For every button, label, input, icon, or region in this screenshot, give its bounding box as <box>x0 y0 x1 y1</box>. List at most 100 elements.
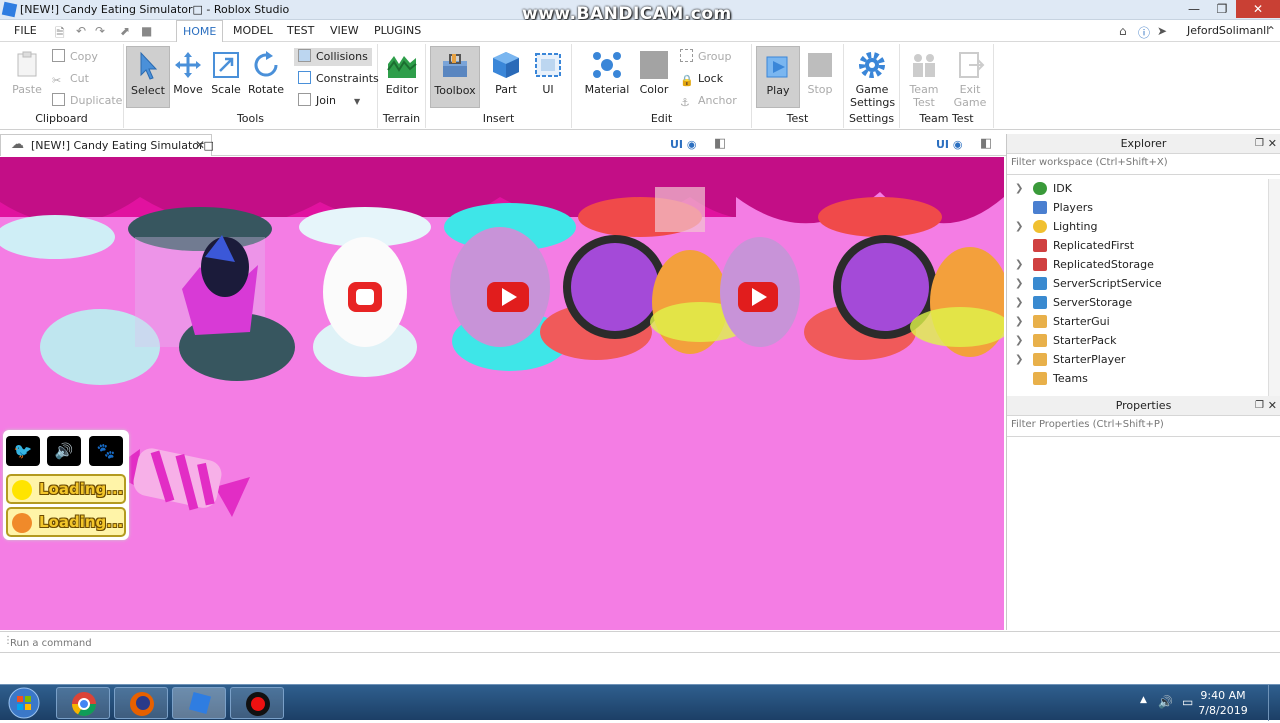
join-dropdown-icon[interactable]: ▼ <box>354 97 360 106</box>
taskbar-roblox-studio[interactable] <box>172 687 226 719</box>
lock-button[interactable]: 🔒 Lock <box>680 70 723 88</box>
ui-visibility-toggle-left[interactable]: UI ◉ <box>670 138 696 151</box>
expand-arrow-icon[interactable]: ❯ <box>1015 312 1023 331</box>
clock-date: 7/8/2019 <box>1198 704 1248 717</box>
stop-button[interactable]: Stop <box>798 46 842 108</box>
volume-icon[interactable]: 🔊 <box>1158 695 1173 709</box>
paste-button[interactable]: Paste <box>6 46 48 108</box>
settings-group: Game Settings Settings <box>844 44 900 128</box>
tree-item-teams[interactable]: Teams <box>1007 369 1267 388</box>
start-button[interactable] <box>3 686 45 720</box>
split-view-icon[interactable]: ◧ <box>980 136 992 151</box>
expand-arrow-icon[interactable]: ❯ <box>1015 255 1023 274</box>
tree-item-starterpack[interactable]: ❯ StarterPack <box>1007 331 1267 350</box>
tree-item-serverscriptservice[interactable]: ❯ ServerScriptService <box>1007 274 1267 293</box>
copy-button[interactable]: Copy <box>52 48 98 66</box>
color-button[interactable]: Color <box>632 46 676 108</box>
tab-plugins[interactable]: PLUGINS <box>374 24 421 37</box>
tree-item-replicatedfirst[interactable]: ReplicatedFirst <box>1007 236 1267 255</box>
cut-button[interactable]: ✂ Cut <box>52 70 89 88</box>
edit-group: Material Color Group 🔒 Lock ⚓ Anchor Edit <box>572 44 752 128</box>
join-checkbox[interactable] <box>298 93 311 106</box>
explorer-tree: ❯ IDK Players ❯ Lighting ReplicatedFirst ❯… <box>1007 179 1280 396</box>
redo-icon[interactable]: ↷ <box>95 24 105 38</box>
terrain-editor-button[interactable]: Editor <box>380 46 424 108</box>
taskbar-chrome[interactable] <box>56 687 110 719</box>
help-icon[interactable]: ⓘ <box>1138 24 1150 41</box>
rotate-button[interactable]: Rotate <box>244 46 288 108</box>
stop-quick-icon[interactable]: ■ <box>141 24 152 38</box>
stop-icon <box>805 50 835 80</box>
chevron-up-icon[interactable]: ⌃ <box>1266 24 1276 38</box>
expand-arrow-icon[interactable]: ❯ <box>1015 331 1023 350</box>
collisions-toggle[interactable]: Collisions <box>294 48 372 66</box>
ui-visibility-toggle-right[interactable]: UI ◉ <box>936 138 962 151</box>
ui-button[interactable]: UI <box>526 46 570 108</box>
file-menu[interactable]: FILE <box>14 24 37 37</box>
tray-expand-icon[interactable]: ▲ <box>1140 695 1147 705</box>
tab-test[interactable]: TEST <box>287 24 314 37</box>
group-button[interactable]: Group <box>680 48 732 66</box>
tree-item-lighting[interactable]: ❯ Lighting <box>1007 217 1267 236</box>
twitter-button[interactable]: 🐦 <box>6 436 40 466</box>
float-panel-icon[interactable]: ❐ <box>1255 396 1264 416</box>
tree-item-idk[interactable]: ❯ IDK <box>1007 179 1267 198</box>
username[interactable]: JefordSolimanll <box>1187 24 1269 37</box>
select-button[interactable]: Select <box>126 46 170 108</box>
chrome-icon <box>72 692 96 717</box>
lock-icon: 🔒 <box>680 72 694 87</box>
tree-item-replicatedstorage[interactable]: ❯ ReplicatedStorage <box>1007 255 1267 274</box>
share-icon[interactable]: ➤ <box>1157 24 1167 38</box>
close-tab-icon[interactable]: ✕ <box>195 138 205 152</box>
sound-button[interactable]: 🔊 <box>47 436 81 466</box>
properties-filter-input[interactable]: Filter Properties (Ctrl+Shift+P) <box>1007 416 1280 437</box>
duplicate-button[interactable]: Duplicate <box>52 92 122 110</box>
expand-arrow-icon[interactable]: ❯ <box>1015 293 1023 312</box>
taskbar-bandicam[interactable] <box>230 687 284 719</box>
tree-item-startergui[interactable]: ❯ StarterGui <box>1007 312 1267 331</box>
constraints-toggle[interactable]: Constraints <box>298 70 379 88</box>
play-button[interactable]: Play <box>756 46 800 108</box>
close-panel-icon[interactable]: ✕ <box>1268 134 1277 154</box>
undo-icon[interactable]: ↶ <box>76 24 86 38</box>
game-viewport[interactable]: 🐦 🔊 🐾 Loading... Loading... <box>0 157 1004 630</box>
pets-button[interactable]: 🐾 <box>89 436 123 466</box>
show-desktop-button[interactable] <box>1268 685 1280 721</box>
anchor-button[interactable]: ⚓ Anchor <box>680 92 737 110</box>
toolbox-button[interactable]: Toolbox <box>430 46 480 108</box>
speaker-icon: 🔊 <box>54 442 74 460</box>
part-button[interactable]: Part <box>484 46 528 108</box>
eye-icon: ◉ <box>952 138 963 151</box>
home-icon[interactable]: ⌂ <box>1119 24 1127 38</box>
close-window-button[interactable]: ✕ <box>1236 0 1280 18</box>
expand-arrow-icon[interactable]: ❯ <box>1015 274 1023 293</box>
team-test-button[interactable]: Team Test <box>902 46 946 112</box>
explorer-scrollbar[interactable] <box>1268 179 1280 396</box>
game-settings-button[interactable]: Game Settings <box>850 46 895 112</box>
command-input[interactable] <box>10 635 1270 651</box>
tab-game-document[interactable]: ☁ [NEW!] Candy Eating Simulator□ ✕ <box>0 134 214 156</box>
split-view-icon[interactable]: ◧ <box>714 136 726 151</box>
taskbar-firefox[interactable] <box>114 687 168 719</box>
tree-item-starterplayer[interactable]: ❯ StarterPlayer <box>1007 350 1267 369</box>
system-clock[interactable]: 9:40 AM 7/8/2019 <box>1188 688 1258 718</box>
game-ui-panel: 🐦 🔊 🐾 Loading... Loading... <box>3 430 129 540</box>
tab-model[interactable]: MODEL <box>233 24 273 37</box>
expand-arrow-icon[interactable]: ❯ <box>1015 179 1023 198</box>
cursor-icon[interactable]: ⬈ <box>120 24 130 38</box>
tree-item-players[interactable]: Players <box>1007 198 1267 217</box>
join-toggle[interactable]: Join ▼ <box>298 92 360 110</box>
minimize-button[interactable]: — <box>1180 0 1208 18</box>
expand-arrow-icon[interactable]: ❯ <box>1015 217 1023 236</box>
expand-arrow-icon[interactable]: ❯ <box>1015 350 1023 369</box>
tab-view[interactable]: VIEW <box>330 24 359 37</box>
exit-game-button[interactable]: Exit Game <box>948 46 992 112</box>
tab-home[interactable]: HOME <box>176 20 224 42</box>
scale-button[interactable]: Scale <box>204 46 248 108</box>
material-button[interactable]: Material <box>584 46 630 108</box>
explorer-filter-input[interactable]: Filter workspace (Ctrl+Shift+X) <box>1007 154 1280 175</box>
maximize-button[interactable]: ❐ <box>1208 0 1236 18</box>
tree-item-serverstorage[interactable]: ❯ ServerStorage <box>1007 293 1267 312</box>
float-panel-icon[interactable]: ❐ <box>1255 134 1264 154</box>
close-panel-icon[interactable]: ✕ <box>1268 396 1277 416</box>
